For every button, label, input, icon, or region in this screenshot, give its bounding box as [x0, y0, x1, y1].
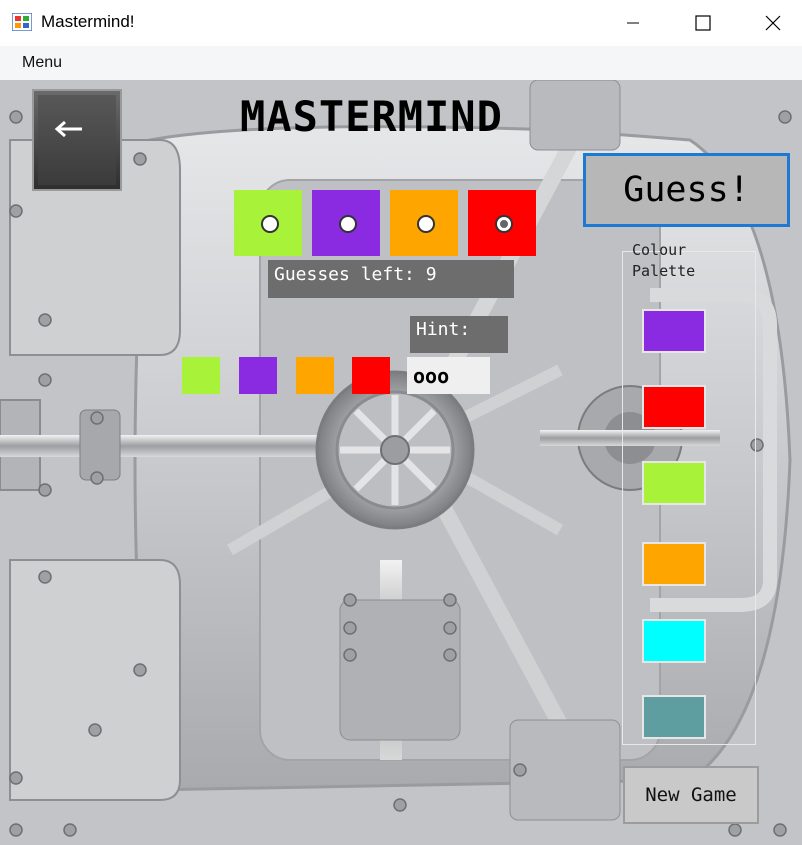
close-icon	[765, 15, 781, 31]
app-icon	[12, 13, 32, 31]
window-title: Mastermind!	[41, 12, 135, 31]
guesses-left-label: Guesses left: 9	[268, 260, 514, 298]
menu-bar: Menu	[0, 46, 802, 80]
guess-slot-1[interactable]	[234, 190, 302, 256]
previous-guess-peg-2	[239, 357, 277, 394]
palette-swatch-orange[interactable]	[642, 542, 706, 586]
palette-title: Colour Palette	[632, 241, 696, 280]
maximize-button[interactable]	[680, 0, 726, 46]
guess-button[interactable]: Guess!	[583, 153, 790, 227]
palette-swatch-red[interactable]	[642, 385, 706, 429]
previous-guess-peg-3	[296, 357, 334, 394]
hint-value: ooo	[407, 357, 490, 394]
guess-slot-4[interactable]	[468, 190, 536, 256]
hint-label: Hint:	[410, 316, 508, 353]
palette-swatch-teal[interactable]	[642, 695, 706, 739]
minimize-icon	[627, 22, 639, 24]
minimize-button[interactable]	[610, 0, 656, 46]
menu-item-menu[interactable]: Menu	[22, 54, 62, 72]
palette-swatch-purple[interactable]	[642, 309, 706, 353]
guess-slot-3[interactable]	[390, 190, 458, 256]
new-game-label: New Game	[645, 784, 737, 806]
arrow-left-icon	[54, 120, 82, 138]
game-panel: MASTERMIND Guess! Guesses left: 9 Hint: …	[0, 80, 802, 845]
previous-guess-peg-1	[182, 357, 220, 394]
guess-slot-2[interactable]	[312, 190, 380, 256]
palette-swatch-green[interactable]	[642, 461, 706, 505]
slot-radio[interactable]	[339, 215, 357, 233]
guess-button-label: Guess!	[623, 170, 750, 210]
slot-radio[interactable]	[261, 215, 279, 233]
new-game-button[interactable]: New Game	[623, 766, 759, 824]
game-title: MASTERMIND	[240, 92, 503, 141]
slot-radio[interactable]	[495, 215, 513, 233]
previous-guess-peg-4	[352, 357, 390, 394]
close-button[interactable]	[750, 0, 796, 46]
maximize-icon	[695, 15, 711, 31]
slot-radio[interactable]	[417, 215, 435, 233]
window-titlebar: Mastermind!	[0, 0, 802, 46]
back-button[interactable]	[32, 89, 122, 191]
palette-swatch-cyan[interactable]	[642, 619, 706, 663]
back-key	[38, 95, 116, 185]
